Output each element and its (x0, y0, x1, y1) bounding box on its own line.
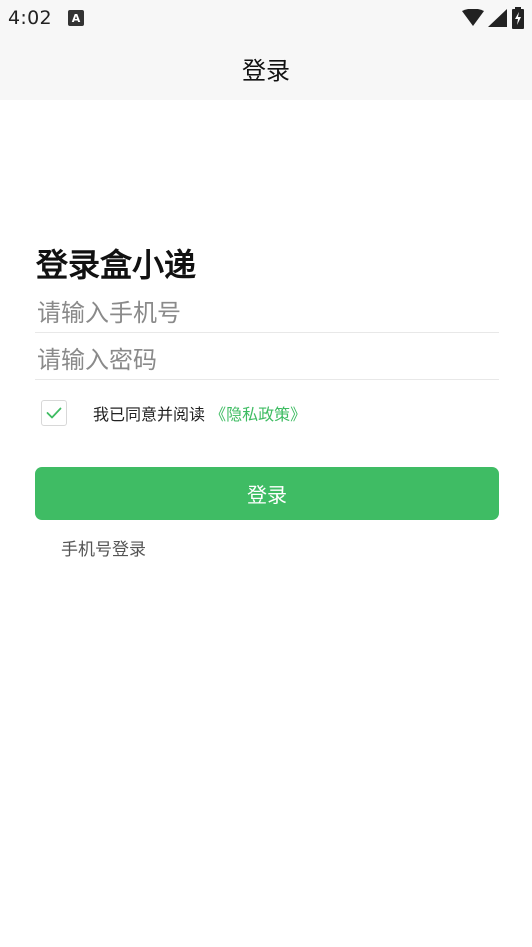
password-input[interactable] (35, 340, 499, 379)
phone-input[interactable] (35, 293, 499, 332)
notification-icon: A (68, 10, 84, 26)
checkmark-icon (46, 407, 62, 419)
status-icons (462, 6, 524, 30)
title-bar: 登录 (0, 36, 532, 100)
agreement-row: 我已同意并阅读 《隐私政策》 (41, 400, 306, 426)
agreement-label: 我已同意并阅读 (93, 405, 206, 424)
phone-login-link[interactable]: 手机号登录 (61, 535, 146, 560)
password-field (35, 340, 499, 380)
login-heading: 登录盒小递 (36, 246, 197, 284)
phone-field (35, 293, 499, 333)
signal-icon (488, 9, 507, 27)
battery-icon (512, 7, 524, 29)
agree-checkbox[interactable] (41, 400, 67, 426)
status-bar: 4:02 A (0, 0, 532, 36)
login-button[interactable]: 登录 (35, 467, 499, 520)
page-title: 登录 (242, 56, 290, 85)
privacy-policy-link[interactable]: 《隐私政策》 (210, 405, 306, 424)
agreement-text: 我已同意并阅读 《隐私政策》 (93, 401, 306, 425)
wifi-icon (462, 9, 484, 26)
status-time: 4:02 (8, 7, 52, 29)
